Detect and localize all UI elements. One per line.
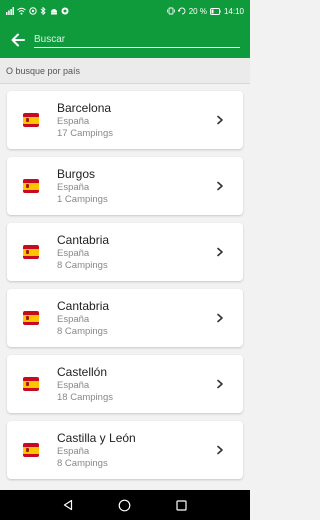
region-list[interactable]: Barcelona España 17 Campings Burgos Espa… — [0, 84, 250, 490]
list-item[interactable]: Cantabria España 8 Campings — [7, 289, 243, 347]
spain-flag-icon — [23, 377, 39, 391]
list-item-title: Castellón — [57, 364, 108, 379]
spain-flag-icon — [23, 311, 39, 325]
android-icon — [51, 9, 57, 15]
square-recents-icon — [176, 499, 187, 511]
circle-home-icon — [119, 499, 131, 511]
list-item[interactable]: Castilla y León España 8 Campings — [7, 421, 243, 479]
list-item-text: Castilla y León España 8 Campings — [57, 431, 211, 470]
notification-icon — [29, 7, 37, 15]
navigation-bar — [0, 490, 250, 520]
app-notification-icon — [61, 7, 69, 15]
battery-percent: 20 % — [188, 6, 207, 16]
back-arrow-icon[interactable] — [8, 30, 28, 50]
status-bar: 20 % 14:10 — [0, 0, 250, 22]
list-item-count: 8 Campings — [57, 325, 108, 337]
spain-flag-icon — [23, 245, 39, 259]
list-item-text: Barcelona España 17 Campings — [57, 101, 211, 140]
chevron-right-icon — [211, 243, 229, 261]
list-item-title: Cantabria — [57, 232, 110, 247]
list-item-country: España — [57, 115, 90, 127]
list-item-title: Castilla y León — [57, 430, 136, 445]
list-item-country: España — [57, 445, 90, 457]
list-item-country: España — [57, 247, 90, 259]
list-item[interactable]: Castellón España 18 Campings — [7, 355, 243, 413]
search-input[interactable] — [34, 32, 240, 48]
list-item[interactable]: Burgos España 1 Campings — [7, 157, 243, 215]
nav-back-button[interactable] — [58, 495, 78, 515]
spain-flag-icon — [23, 113, 39, 127]
section-header: O busque por país — [0, 58, 250, 84]
spain-flag-icon — [23, 179, 39, 193]
list-item-country: España — [57, 379, 90, 391]
list-item-country: España — [57, 313, 90, 325]
list-item-count: 8 Campings — [57, 457, 108, 469]
wifi-icon — [17, 7, 26, 15]
app-bar — [0, 22, 250, 58]
list-item-text: Burgos España 1 Campings — [57, 167, 211, 206]
list-item-text: Castellón España 18 Campings — [57, 365, 211, 404]
list-item-title: Cantabria — [57, 298, 110, 313]
list-item-text: Cantabria España 8 Campings — [57, 299, 211, 338]
status-icons-left — [6, 7, 69, 15]
list-item-text: Cantabria España 8 Campings — [57, 233, 211, 272]
chevron-right-icon — [211, 111, 229, 129]
nav-recents-button[interactable] — [172, 495, 192, 515]
list-item-count: 8 Campings — [57, 259, 108, 271]
signal-icon — [6, 7, 14, 15]
chevron-right-icon — [211, 309, 229, 327]
list-item-count: 17 Campings — [57, 127, 113, 139]
clock: 14:10 — [223, 6, 244, 16]
list-item[interactable]: Barcelona España 17 Campings — [7, 91, 243, 149]
vibrate-icon — [166, 7, 175, 15]
rotation-icon — [177, 7, 186, 15]
battery-icon — [210, 7, 221, 15]
nav-home-button[interactable] — [115, 495, 135, 515]
list-item-title: Burgos — [57, 166, 96, 181]
list-item-country: España — [57, 181, 90, 193]
list-item-title: Barcelona — [57, 100, 112, 115]
chevron-right-icon — [211, 375, 229, 393]
list-item[interactable]: Cantabria España 8 Campings — [7, 223, 243, 281]
chevron-right-icon — [211, 177, 229, 195]
list-item-count: 18 Campings — [57, 391, 113, 403]
spain-flag-icon — [23, 443, 39, 457]
triangle-back-icon — [64, 499, 73, 511]
chevron-right-icon — [211, 441, 229, 459]
list-item-count: 1 Campings — [57, 193, 108, 205]
status-icons-right: 20 % 14:10 — [166, 6, 244, 16]
bluetooth-icon — [40, 7, 46, 15]
